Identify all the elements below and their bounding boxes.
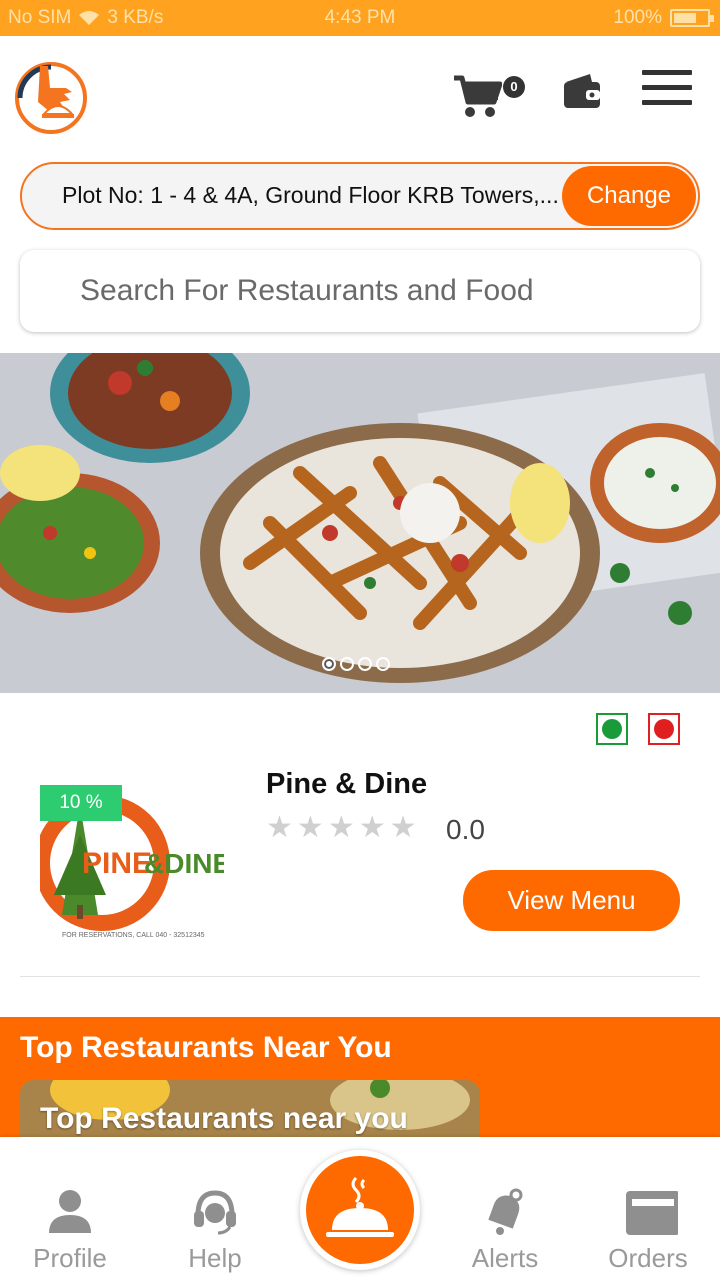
top-card-title: Top Restaurants near you [40,1102,408,1135]
logo-text-dine: &DINE [144,848,224,879]
logo-reservation-text: FOR RESERVATIONS, CALL 040 - 32512345 [62,932,205,939]
delivery-address-text: Plot No: 1 - 4 & 4A, Ground Floor KRB To… [62,182,559,208]
app-logo[interactable] [14,58,88,134]
banner-food-image [0,353,720,693]
nav-home-center-button[interactable] [300,1150,420,1270]
cart-icon[interactable] [452,72,502,120]
nonveg-filter-toggle[interactable] [648,713,680,745]
star-icon: ★ [389,811,417,844]
headset-icon [194,1190,236,1235]
battery-percent: 100% [613,7,662,28]
top-restaurant-card[interactable]: Top Restaurants near you [20,1080,480,1137]
star-icon: ★ [266,811,293,844]
nav-profile[interactable]: Profile [0,1137,140,1280]
app-screen: No SIM 3 KB/s 4:43 PM 100% 0 Plot No: 1 … [0,0,720,1280]
person-icon [49,1190,91,1233]
card-divider [20,976,700,977]
promo-banner[interactable] [0,353,720,693]
search-input[interactable] [80,250,680,332]
banner-dot-3[interactable] [358,657,372,671]
banner-dot-1[interactable] [322,657,336,671]
rating-value: 0.0 [446,814,485,845]
nonveg-dot-icon [654,719,674,739]
banner-dot-4[interactable] [376,657,390,671]
bell-icon [488,1188,523,1235]
cloche-icon [326,1176,394,1237]
nav-help-label: Help [188,1243,242,1273]
top-restaurants-section: Top Restaurants Near You Top Restaurants… [0,1017,720,1137]
restaurant-name[interactable]: Pine & Dine [266,768,427,801]
view-menu-button[interactable]: View Menu [463,870,680,931]
change-address-button[interactable]: Change [562,166,696,226]
nav-orders[interactable]: Orders [578,1137,718,1280]
orders-icon [626,1191,678,1235]
star-icon: ★ [358,811,386,844]
banner-dot-2[interactable] [340,657,354,671]
discount-badge: 10 % [40,785,122,821]
app-header: 0 [0,36,720,156]
star-icon: ★ [296,811,324,844]
battery-icon [670,9,714,27]
nav-alerts-label: Alerts [471,1243,539,1273]
wallet-icon[interactable] [562,72,602,112]
status-bar: No SIM 3 KB/s 4:43 PM 100% [0,0,720,36]
status-time: 4:43 PM [324,7,396,28]
hamburger-menu-icon[interactable] [642,70,692,106]
status-right: 100% [613,7,714,29]
center-button-circle [306,1156,414,1264]
section-title: Top Restaurants Near You [20,1031,392,1064]
veg-dot-icon [602,719,622,739]
cart-count-badge: 0 [503,76,525,98]
nav-orders-label: Orders [608,1243,688,1273]
logo-text-pine: PINE [82,847,152,880]
rating-stars: ★ ★ ★ ★ ★ [266,810,417,845]
nav-profile-label: Profile [33,1243,107,1273]
search-box[interactable] [20,250,700,332]
nav-help[interactable]: Help [145,1137,285,1280]
delivery-address-bar[interactable]: Plot No: 1 - 4 & 4A, Ground Floor KRB To… [20,162,700,230]
veg-filter-toggle[interactable] [596,713,628,745]
nav-alerts[interactable]: Alerts [435,1137,575,1280]
star-icon: ★ [327,811,355,844]
banner-pagination[interactable] [322,657,390,671]
